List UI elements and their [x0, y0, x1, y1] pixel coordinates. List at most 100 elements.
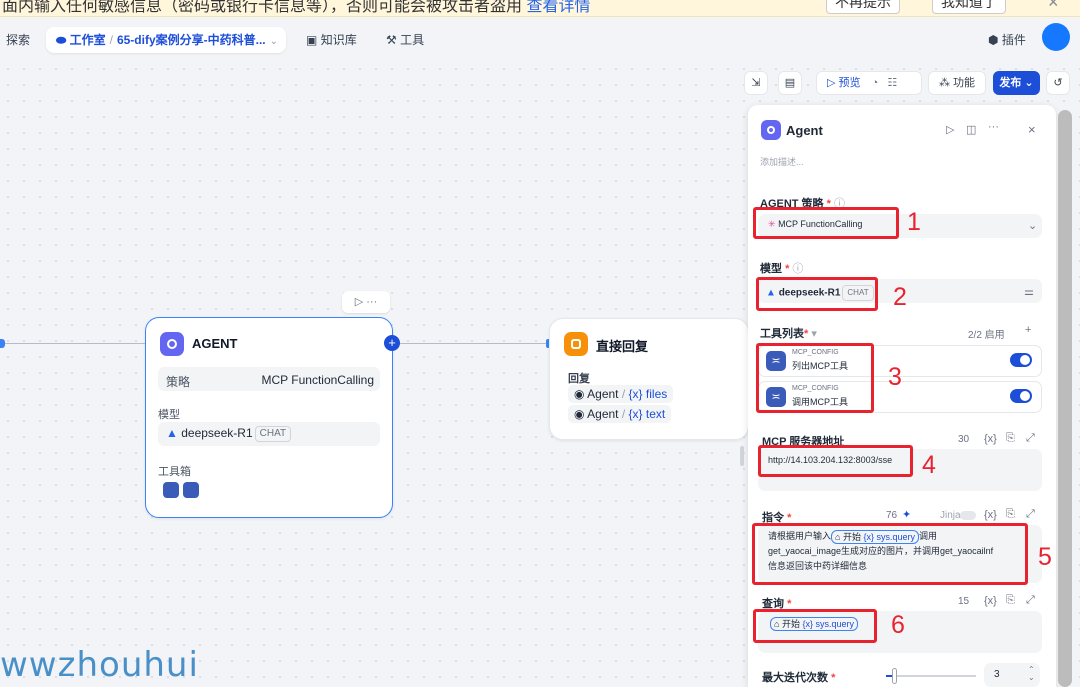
reply-icon [564, 332, 588, 356]
tool-toggle[interactable] [1010, 353, 1032, 367]
agent-node[interactable]: AGENT 策略 MCP FunctionCalling 模型 ▲ deepse… [145, 317, 393, 518]
iterations-value: 3 [994, 669, 1000, 680]
tools-label: 工具列表* ▾ [760, 328, 817, 340]
annotation-box-3 [756, 343, 874, 413]
jinja-toggle[interactable] [960, 511, 976, 520]
node-actions[interactable]: ▷ ··· [342, 291, 390, 313]
strategy-label: 策略 [166, 375, 191, 389]
variable-icon[interactable]: {x} [984, 595, 997, 607]
generate-icon[interactable]: ✦ [902, 508, 911, 521]
annotation-number: 5 [1038, 543, 1052, 571]
variable-icon[interactable]: {x} [984, 509, 997, 521]
description-input[interactable]: 添加描述... [760, 155, 804, 168]
dont-show-again-button[interactable]: 不再提示 [826, 0, 900, 14]
checklist-icon[interactable]: ☷ [887, 77, 897, 89]
resize-handle[interactable] [740, 446, 744, 466]
strategy-value: MCP FunctionCalling [261, 373, 375, 387]
version-history-icon[interactable]: ↺ [1046, 71, 1070, 95]
annotation-number: 2 [893, 283, 907, 311]
stepper-icon[interactable]: ⌃ ⌄ [1028, 666, 1035, 682]
breadcrumb[interactable]: ⬬ 工作室/65-dify案例分享-中药科普... ⌄ [46, 27, 286, 53]
tool-toggle[interactable] [1010, 389, 1032, 403]
features-button[interactable]: ⁂ 功能 [928, 71, 986, 95]
tool-icon: ⚒ [386, 33, 397, 47]
handle-left[interactable] [0, 339, 5, 348]
toolbox-label: 工具箱 [158, 466, 191, 478]
watermark: wwzhouhui [0, 645, 199, 685]
tools-count: 2/2 启用 [968, 330, 1005, 341]
nav-plugins[interactable]: ⬢ 插件 [988, 28, 1026, 52]
add-node-icon[interactable]: + [384, 335, 400, 351]
nav-tools[interactable]: ⚒ 工具 [386, 28, 424, 52]
mcp-tool-icon [163, 482, 179, 498]
annotation-box-5 [752, 523, 1028, 585]
banner-details-link[interactable]: 查看详情 [526, 0, 590, 15]
agent-node-title: AGENT [192, 336, 238, 351]
reply-node[interactable]: 直接回复 回复 ◉ Agent / {x} files ◉ Agent / {x… [549, 318, 749, 440]
copy-icon[interactable]: ⎘ [1006, 594, 1015, 607]
more-icon[interactable]: ··· [366, 296, 377, 308]
reply-var-files: ◉ Agent / {x} files [568, 385, 674, 403]
chat-badge: CHAT [254, 426, 292, 442]
nav-explore[interactable]: 探索 [6, 28, 30, 52]
model-label: 模型 * ⓘ [760, 263, 804, 275]
edge-in [0, 343, 145, 344]
top-navigation: 探索 ⬬ 工作室/65-dify案例分享-中药科普... ⌄ ▣ 知识库 ⚒ 工具… [0, 17, 1080, 61]
iterations-slider[interactable] [886, 675, 976, 677]
reply-node-title: 直接回复 [596, 339, 649, 354]
close-icon[interactable]: × [1028, 122, 1036, 137]
iterations-slider-thumb[interactable] [892, 668, 897, 684]
conversation-var-icon[interactable]: ▤ [778, 71, 802, 95]
instruction-count: 76 [886, 510, 898, 521]
robot-icon: ⬬ [56, 33, 67, 47]
run-icon[interactable]: ▷ [355, 296, 363, 308]
reply-var-text: ◉ Agent / {x} text [568, 405, 672, 423]
panel-scrollbar[interactable] [1058, 110, 1072, 687]
server-count: 30 [958, 434, 970, 445]
expand-icon[interactable]: ⤢ [1026, 508, 1035, 521]
variable-icon[interactable]: {x} [984, 433, 997, 445]
expand-icon[interactable]: ⤢ [1026, 594, 1035, 607]
split-view-icon[interactable]: ◫ [966, 123, 976, 136]
annotation-box-6 [753, 609, 877, 643]
query-count: 15 [958, 596, 970, 607]
agent-icon [761, 120, 781, 140]
nav-knowledge[interactable]: ▣ 知识库 [306, 28, 357, 52]
chevron-down-icon: ⌄ [1028, 220, 1038, 232]
annotation-number: 1 [907, 208, 921, 236]
publish-button[interactable]: 发布 ⌄ [993, 71, 1040, 95]
plugin-icon: ⬢ [988, 33, 999, 47]
warning-banner: 面内输入任何敏感信息（密码或银行卡信息等），否则可能会被攻击者盗用 查看详情 不… [0, 0, 1080, 17]
features-icon: ⁂ [938, 77, 950, 89]
model-settings-icon[interactable]: ⚌ [1024, 285, 1034, 298]
env-icon[interactable]: ⇲ [744, 71, 768, 95]
reply-label: 回复 [568, 373, 590, 385]
copy-icon[interactable]: ⎘ [1006, 508, 1015, 521]
model-value: ▲ deepseek-R1 CHAT [166, 426, 292, 442]
app-name: 65-dify案例分享-中药科普... [116, 33, 266, 47]
got-it-button[interactable]: 我知道了 [932, 0, 1006, 14]
annotation-box-2 [756, 277, 878, 311]
banner-close-icon[interactable]: × [1048, 0, 1059, 13]
jinja-label: Jinja [940, 510, 961, 521]
add-tool-icon[interactable]: + [1025, 324, 1031, 336]
play-icon: ▷ [827, 77, 836, 89]
annotation-number: 3 [888, 363, 902, 391]
annotation-number: 6 [891, 611, 905, 639]
run-icon[interactable]: ▷ [946, 123, 954, 136]
more-icon[interactable]: ··· [988, 121, 999, 133]
annotation-box-4 [758, 445, 913, 477]
chevron-down-icon: ⌄ [269, 36, 279, 47]
copy-icon[interactable]: ⎘ [1006, 432, 1015, 445]
model-logo-icon: ▲ [166, 426, 178, 441]
help-icon: ⓘ [792, 263, 804, 275]
preview-button[interactable]: ▷ 预览 ◔ ☷ [816, 71, 922, 95]
mcp-tool-icon [183, 482, 199, 498]
expand-icon[interactable]: ⤢ [1026, 432, 1035, 445]
edge-agent-reply [393, 343, 549, 344]
agent-var-icon: ◉ [574, 387, 585, 401]
history-icon[interactable]: ◔ [872, 77, 879, 89]
nav-studio[interactable]: 工作室 [70, 33, 106, 47]
annotation-box-1 [753, 207, 899, 239]
avatar[interactable] [1042, 23, 1070, 51]
